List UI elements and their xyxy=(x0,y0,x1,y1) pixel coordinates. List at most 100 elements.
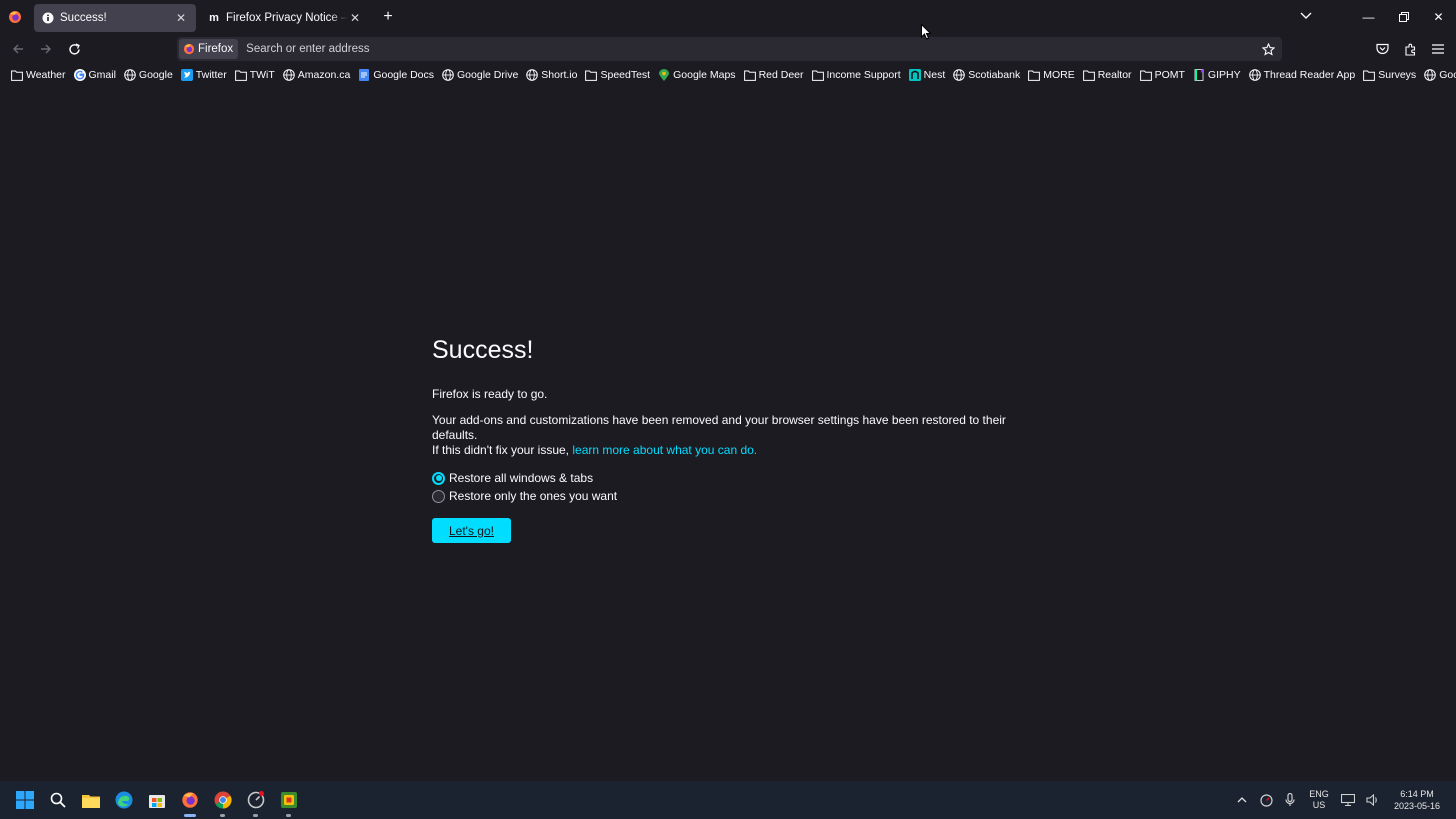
globe-icon xyxy=(282,69,295,81)
clock[interactable]: 6:14 PM 2023-05-16 xyxy=(1384,788,1450,812)
bookmark-label: POMT xyxy=(1154,69,1185,81)
globe-icon xyxy=(124,69,136,81)
bookmark-label: Nest xyxy=(923,69,946,81)
bookmark-item[interactable]: TWiT xyxy=(232,65,278,85)
start-button[interactable] xyxy=(8,781,41,819)
bookmark-item[interactable]: Google Maps xyxy=(655,65,738,85)
folder-icon xyxy=(811,69,824,81)
restore-button[interactable] xyxy=(1386,0,1421,34)
bookmark-label: SpeedTest xyxy=(600,69,651,81)
restore-some-label: Restore only the ones you want xyxy=(449,489,618,503)
firefox-view-button[interactable] xyxy=(0,0,30,34)
info-icon xyxy=(42,12,54,24)
bookmark-star-button[interactable] xyxy=(1256,37,1280,61)
bookmark-item[interactable]: Nest xyxy=(906,65,949,85)
bookmark-item[interactable]: POMT xyxy=(1137,65,1188,85)
learn-more-link[interactable]: learn more about what you can do. xyxy=(572,443,757,457)
search-button[interactable] xyxy=(41,781,74,819)
extensions-button[interactable] xyxy=(1396,35,1424,63)
close-window-button[interactable]: ✕ xyxy=(1421,0,1456,34)
bookmark-item[interactable]: SpeedTest xyxy=(582,65,653,85)
firefox-logo-icon xyxy=(181,792,198,808)
bookmark-label: Google xyxy=(138,69,173,81)
store-button[interactable] xyxy=(140,781,173,819)
bookmark-label: MORE xyxy=(1043,69,1075,81)
bookmark-item[interactable]: Gmail xyxy=(71,65,119,85)
maps-pin-icon xyxy=(658,69,670,81)
bookmark-item[interactable]: Surveys xyxy=(1360,65,1419,85)
firefox-taskbar-button[interactable] xyxy=(173,781,206,819)
bluestacks-button[interactable] xyxy=(272,781,305,819)
bookmark-label: Gmail xyxy=(88,69,116,81)
back-button[interactable] xyxy=(4,35,32,63)
restore-some-radio[interactable] xyxy=(432,489,445,503)
bookmark-item[interactable]: Short.io xyxy=(523,65,580,85)
bookmark-item[interactable]: Red Deer xyxy=(741,65,807,85)
bookmark-label: Scotiabank xyxy=(968,69,1021,81)
volume-button[interactable] xyxy=(1360,781,1384,819)
close-tab-icon[interactable]: ✕ xyxy=(174,11,188,25)
forward-button[interactable] xyxy=(32,35,60,63)
restore-all-label: Restore all windows & tabs xyxy=(449,471,594,485)
minimize-button[interactable]: — xyxy=(1351,0,1386,34)
speedometer-tray-icon xyxy=(1259,793,1273,807)
pocket-button[interactable] xyxy=(1368,35,1396,63)
tab-strip: Success! ✕ m Firefox Privacy Notice — Mo… xyxy=(0,0,1456,34)
bookmark-item[interactable]: Realtor xyxy=(1080,65,1135,85)
close-tab-icon[interactable]: ✕ xyxy=(348,11,362,25)
network-icon xyxy=(1341,794,1355,806)
globe-icon xyxy=(953,69,966,81)
lets-go-button[interactable]: Let's go! xyxy=(432,518,511,543)
reset-description: Your add-ons and customizations have bee… xyxy=(432,413,1052,458)
edge-button[interactable] xyxy=(107,781,140,819)
new-tab-button[interactable]: + xyxy=(374,3,402,31)
bookmark-label: Short.io xyxy=(541,69,578,81)
bookmark-item[interactable]: Google Translate xyxy=(1421,65,1456,85)
chrome-icon xyxy=(214,791,232,809)
tab-privacy-notice[interactable]: m Firefox Privacy Notice — Mozilla ✕ xyxy=(200,4,370,32)
identity-box[interactable]: Firefox xyxy=(179,39,239,59)
bookmark-item[interactable]: Amazon.ca xyxy=(280,65,354,85)
url-input[interactable]: Search or enter address xyxy=(246,43,1256,55)
bookmark-item[interactable]: Google Drive xyxy=(439,65,521,85)
hamburger-menu-icon xyxy=(1432,44,1444,54)
restore-all-option[interactable]: Restore all windows & tabs xyxy=(432,469,1052,487)
bookmark-item[interactable]: Twitter xyxy=(178,65,230,85)
windows-logo-icon xyxy=(15,791,34,809)
identity-label: Firefox xyxy=(198,43,234,55)
tab-success[interactable]: Success! ✕ xyxy=(34,4,196,32)
bookmark-item[interactable]: GIPHY xyxy=(1190,65,1244,85)
language-indicator[interactable]: ENG US xyxy=(1302,789,1336,811)
removed-text: Your add-ons and customizations have bee… xyxy=(432,413,1006,442)
restore-some-option[interactable]: Restore only the ones you want xyxy=(432,487,1052,505)
restore-all-radio[interactable] xyxy=(432,471,445,485)
microphone-button[interactable] xyxy=(1278,781,1302,819)
url-bar[interactable]: Firefox Search or enter address xyxy=(177,37,1282,61)
tab-title: Success! xyxy=(60,12,107,24)
show-hidden-icons-button[interactable] xyxy=(1230,781,1254,819)
file-explorer-button[interactable] xyxy=(74,781,107,819)
list-all-tabs-button[interactable] xyxy=(1294,4,1318,28)
bookmark-label: Weather xyxy=(26,69,66,81)
bookmark-item[interactable]: Google Docs xyxy=(355,65,437,85)
bookmark-label: Amazon.ca xyxy=(297,69,351,81)
tray-app-button[interactable] xyxy=(1254,781,1278,819)
google-g-icon xyxy=(73,69,86,81)
app-with-notification-button[interactable] xyxy=(239,781,272,819)
nest-icon xyxy=(908,69,921,81)
bookmark-item[interactable]: Scotiabank xyxy=(950,65,1023,85)
minimize-icon: — xyxy=(1362,10,1375,24)
plus-icon: + xyxy=(383,8,393,25)
bookmark-item[interactable]: Google xyxy=(121,65,176,85)
chrome-button[interactable] xyxy=(206,781,239,819)
reload-button[interactable] xyxy=(60,35,88,63)
bookmark-item[interactable]: Thread Reader App xyxy=(1246,65,1359,85)
bookmark-item[interactable]: MORE xyxy=(1025,65,1078,85)
search-icon xyxy=(50,792,66,808)
app-menu-button[interactable] xyxy=(1424,35,1452,63)
network-button[interactable] xyxy=(1336,781,1360,819)
bookmark-item[interactable]: Weather xyxy=(8,65,69,85)
bookmark-label: Google Translate xyxy=(1439,69,1456,81)
bookmark-item[interactable]: Income Support xyxy=(809,65,904,85)
bookmark-label: Surveys xyxy=(1378,69,1417,81)
